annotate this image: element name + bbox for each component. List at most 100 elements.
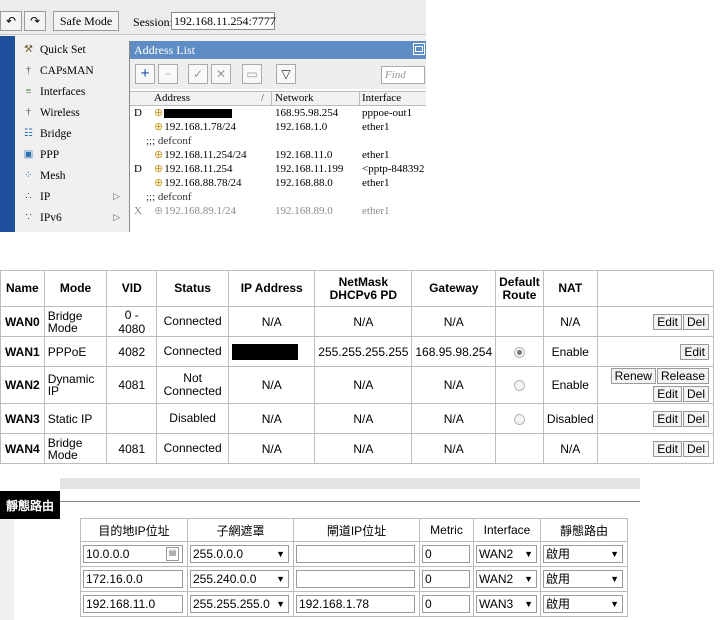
table-row[interactable]: D ⊕ 168.95.98.254 pppoe-out1 [130, 106, 426, 120]
metric-input[interactable]: 0 [422, 570, 470, 588]
sidebar-item-wireless[interactable]: † Wireless [22, 102, 126, 123]
address-icon: ⊕ [154, 149, 164, 161]
address-icon: ⊕ [154, 121, 164, 133]
safe-mode-button[interactable]: Safe Mode [53, 11, 119, 31]
sidebar-item-capsman[interactable]: † CAPsMAN [22, 60, 126, 81]
del-button[interactable]: Del [682, 313, 709, 330]
route-status-select[interactable]: 啟用 ▼ [543, 595, 623, 613]
interface-cell: pppoe-out1 [362, 107, 413, 119]
table-row[interactable]: X ⊕192.168.89.1/24 192.168.89.0 ether1 [130, 204, 426, 218]
table-row[interactable]: ⊕192.168.88.78/24 192.168.88.0 ether1 [130, 176, 426, 190]
col-interface[interactable]: Interface [362, 92, 426, 104]
redo-button[interactable]: ↷ [24, 11, 46, 31]
route-status-select[interactable]: 啟用 ▼ [543, 545, 623, 563]
sidebar-item-ppp[interactable]: ▣ PPP [22, 144, 126, 165]
wan-nat: Enable [542, 336, 598, 367]
gateway-ip-input[interactable]: 192.168.1.78 [296, 595, 415, 613]
wan-actions: Edit Del [596, 403, 715, 434]
sidebar-item-ip[interactable]: ∴ IP ▷ [22, 186, 126, 207]
address-value: 192.168.11.254 [164, 163, 233, 175]
edit-button[interactable]: Edit [653, 386, 682, 402]
subnet-mask-select[interactable]: 255.240.0.0 ▼ [190, 570, 289, 588]
col-network[interactable]: Network [275, 92, 361, 104]
interface-select[interactable]: WAN3 ▼ [476, 595, 537, 613]
sort-icon: / [261, 92, 265, 104]
del-button[interactable]: Del [682, 386, 709, 402]
table-row[interactable]: ⊕192.168.1.78/24 192.168.1.0 ether1 [130, 120, 426, 134]
gateway-ip-input[interactable] [296, 545, 415, 563]
maximize-icon[interactable] [413, 43, 425, 55]
sidebar-item-quick-set[interactable]: ⚒ Quick Set [22, 39, 126, 60]
default-route-radio[interactable] [513, 380, 525, 392]
session-field[interactable]: 192.168.11.254:7777 [171, 12, 276, 30]
interface-select[interactable]: WAN2 ▼ [476, 545, 537, 563]
find-input[interactable]: Find [381, 66, 425, 84]
wan-row: WAN4 Bridge Mode 4081 Connected N/A N/A N/A N/A E… [0, 433, 715, 464]
subnet-mask-select[interactable]: 255.0.0.0 ▼ [190, 545, 289, 563]
route-cell: WAN3 ▼ [473, 591, 541, 617]
add-button[interactable]: + [135, 64, 155, 84]
chevron-down-icon: ▼ [276, 574, 285, 584]
wan-actions: Edit Del [596, 433, 715, 464]
sidebar-item-label: IP [40, 190, 51, 203]
edit-button[interactable]: Edit [653, 440, 682, 457]
address-list-window: Address List + − ✓ ✕ ▭ ▽ Find Address / … [129, 41, 426, 232]
default-route-radio[interactable] [513, 346, 525, 358]
release-button[interactable]: Release [656, 368, 709, 384]
interface-select[interactable]: WAN2 ▼ [476, 570, 537, 588]
row-flag: D [134, 163, 142, 175]
sidebar-item-ipv6[interactable]: ∵ IPv6 ▷ [22, 207, 126, 228]
address-value: 192.168.89.1/24 [164, 205, 237, 217]
subnet-mask-select[interactable]: 255.255.255.0 ▼ [190, 595, 289, 613]
edit-button[interactable]: Edit [653, 313, 682, 330]
quick-set-icon: ⚒ [24, 44, 33, 55]
wan-name: WAN3 [0, 403, 45, 434]
comment-button[interactable]: ▭ [242, 64, 262, 84]
remove-button[interactable]: − [158, 64, 178, 84]
sidebar-item-bridge[interactable]: ☷ Bridge [22, 123, 126, 144]
route-status-select[interactable]: 啟用 ▼ [543, 570, 623, 588]
status-line1: Disabled [169, 411, 216, 425]
edit-button[interactable]: Edit [653, 410, 682, 427]
renew-button[interactable]: Renew [610, 368, 656, 384]
enable-button[interactable]: ✓ [188, 64, 208, 84]
undo-button[interactable]: ↶ [0, 11, 22, 31]
default-route-radio[interactable] [513, 413, 525, 425]
check-icon: ✓ [192, 66, 204, 81]
wan-nat: Enable [542, 366, 598, 404]
gateway-ip-input[interactable] [296, 570, 415, 588]
table-row[interactable]: D ⊕192.168.11.254 192.168.11.199 <pptp-8483… [130, 162, 426, 176]
col-address[interactable]: Address [154, 92, 278, 104]
wan-netmask: N/A [314, 403, 413, 434]
sidebar-item-mesh[interactable]: ⁘ Mesh [22, 165, 126, 186]
network-cell: 192.168.11.0 [275, 149, 333, 161]
dest-ip-input[interactable]: 192.168.11.0 [83, 595, 183, 613]
dest-ip-input[interactable]: 172.16.0.0 [83, 570, 183, 588]
network-cell: 192.168.1.0 [275, 121, 328, 133]
sidebar-item-interfaces[interactable]: ≡ Interfaces [22, 81, 126, 102]
table-header: Address / Network Interface [130, 91, 426, 106]
sidebar-item-label: CAPsMAN [40, 64, 94, 77]
wan-name: WAN2 [0, 366, 45, 404]
edit-button[interactable]: Edit [680, 343, 709, 360]
wan-mode: Static IP [43, 403, 108, 434]
del-button[interactable]: Del [682, 440, 709, 457]
winbox-toolbar: ↶ ↷ Safe Mode Session: 192.168.11.254:77… [0, 0, 426, 35]
wan-row: WAN0 Bridge Mode 0 - 4080 Connected N/A N/A N/A… [0, 306, 715, 337]
wan-default-route [495, 433, 544, 464]
metric-input[interactable]: 0 [422, 595, 470, 613]
metric-input[interactable]: 0 [422, 545, 470, 563]
address-cell: ⊕192.168.11.254/24 [154, 148, 278, 162]
header-mode: Mode [43, 270, 108, 307]
address-cell: ⊕192.168.1.78/24 [154, 120, 278, 134]
table-row[interactable]: ⊕192.168.11.254/24 192.168.11.0 ether1 [130, 148, 426, 162]
dest-ip-input[interactable]: 10.0.0.0 ▤ [83, 545, 183, 563]
plus-icon: + [140, 65, 150, 82]
address-value: 192.168.1.78/24 [164, 121, 237, 133]
disable-button[interactable]: ✕ [211, 64, 231, 84]
route-row: 192.168.11.0 255.255.255.0 ▼ 192.168.1.78 0 W… [80, 591, 628, 617]
undo-icon: ↶ [5, 13, 17, 28]
del-button[interactable]: Del [682, 410, 709, 427]
wan-status: Connected [156, 306, 230, 337]
filter-button[interactable]: ▽ [276, 64, 296, 84]
